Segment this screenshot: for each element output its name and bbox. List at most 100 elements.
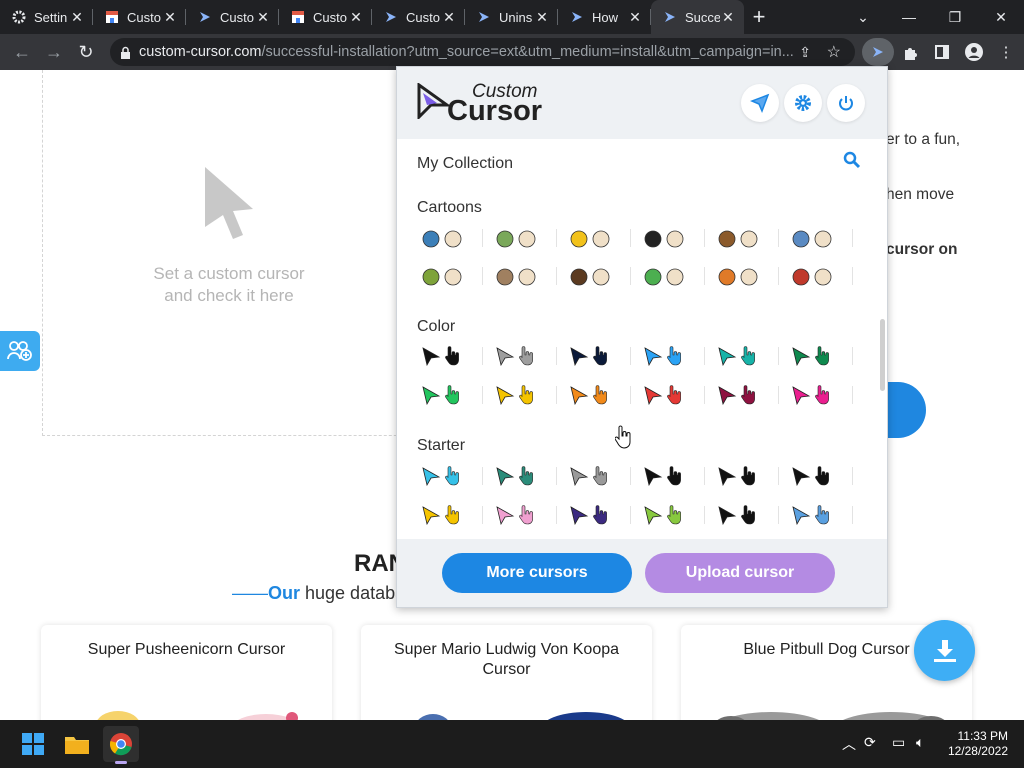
cursor-thumbnail[interactable] xyxy=(639,461,713,491)
download-button[interactable] xyxy=(914,620,975,681)
tab-uninstall[interactable]: Unins ✕ xyxy=(465,0,558,34)
back-icon[interactable]: ← xyxy=(6,42,38,63)
close-icon[interactable]: ✕ xyxy=(720,9,736,26)
community-side-tab[interactable] xyxy=(0,331,40,371)
popup-header: Custom Cursor xyxy=(397,67,887,139)
cursor-thumbnail[interactable] xyxy=(417,500,491,530)
address-bar[interactable]: custom-cursor.com/successful-installatio… xyxy=(110,38,855,66)
new-tab-button[interactable]: + xyxy=(744,4,774,30)
preview-hint-line1: Set a custom cursor xyxy=(153,264,305,283)
tab-settings[interactable]: Settin ✕ xyxy=(0,0,93,34)
cursor-thumbnail[interactable] xyxy=(491,261,565,291)
cursor-thumbnail[interactable] xyxy=(787,341,861,371)
cursor-thumbnail[interactable] xyxy=(565,341,639,371)
close-icon[interactable]: ✕ xyxy=(162,9,178,26)
search-icon[interactable] xyxy=(843,151,861,169)
profile-avatar-icon[interactable] xyxy=(958,38,990,66)
sync-icon[interactable]: ⟳ xyxy=(864,734,876,751)
close-icon[interactable]: ✕ xyxy=(627,9,643,26)
power-icon xyxy=(839,96,853,111)
network-icon[interactable]: ▭ xyxy=(892,734,905,751)
cursor-row-color-1 xyxy=(417,341,853,371)
window-close-icon[interactable]: ✕ xyxy=(978,0,1024,34)
cursor-thumbnail[interactable] xyxy=(713,380,787,410)
cursor-thumbnail[interactable] xyxy=(787,261,861,291)
maximize-icon[interactable]: ❐ xyxy=(932,0,978,34)
close-icon[interactable]: ✕ xyxy=(69,9,85,26)
cursor-thumbnail[interactable] xyxy=(713,500,787,530)
share-icon[interactable]: ⇪ xyxy=(799,44,811,61)
cursor-mode-button[interactable] xyxy=(741,84,779,122)
chrome-taskbar-icon[interactable] xyxy=(103,726,139,764)
tab-custom-cursor-store[interactable]: Custo ✕ xyxy=(93,0,186,34)
cursor-thumbnail[interactable] xyxy=(417,223,491,253)
cursor-thumbnail[interactable] xyxy=(491,223,565,253)
close-icon[interactable]: ✕ xyxy=(534,9,550,26)
toolbar-icons: ⋮ xyxy=(862,34,1022,70)
cursor-thumbnail[interactable] xyxy=(565,461,639,491)
cursor-thumbnail[interactable] xyxy=(713,261,787,291)
tab-custom-cursor-store-2[interactable]: Custo ✕ xyxy=(279,0,372,34)
cursor-thumbnail[interactable] xyxy=(491,341,565,371)
cursor-thumbnail[interactable] xyxy=(787,223,861,253)
cursor-thumbnail[interactable] xyxy=(787,380,861,410)
cursor-thumbnail[interactable] xyxy=(787,461,861,491)
custom-cursor-extension-icon[interactable] xyxy=(862,38,894,66)
cursor-thumbnail[interactable] xyxy=(417,261,491,291)
reload-icon[interactable]: ↻ xyxy=(70,42,102,63)
cursor-thumbnail[interactable] xyxy=(417,341,491,371)
browser-menu-icon[interactable]: ⋮ xyxy=(990,38,1022,66)
cursor-thumbnail[interactable] xyxy=(639,380,713,410)
minimize-icon[interactable]: — xyxy=(886,0,932,34)
volume-icon[interactable]: 🔈︎ xyxy=(916,734,924,751)
hand-pointer-icon xyxy=(519,466,533,486)
cursor-thumbnail[interactable] xyxy=(639,341,713,371)
cursor-thumbnail[interactable] xyxy=(565,223,639,253)
cursor-thumbnail[interactable] xyxy=(417,380,491,410)
tab-search-icon[interactable]: ⌄ xyxy=(840,0,886,34)
settings-button[interactable] xyxy=(784,84,822,122)
cursor-thumbnail[interactable] xyxy=(713,461,787,491)
tab-custom-cursor-2[interactable]: Custo ✕ xyxy=(372,0,465,34)
side-panel-icon[interactable] xyxy=(926,38,958,66)
close-icon[interactable]: ✕ xyxy=(441,9,457,26)
cursor-thumbnail[interactable] xyxy=(639,261,713,291)
hand-pointer-icon xyxy=(741,385,755,405)
cartoon-pointer-icon xyxy=(444,230,462,248)
bookmark-star-icon[interactable]: ☆ xyxy=(827,42,841,62)
cursor-thumbnail[interactable] xyxy=(787,500,861,530)
pitbull-cursor-image xyxy=(717,712,945,720)
cartoon-pointer-icon xyxy=(740,230,758,248)
cursor-card[interactable]: Super Mario Ludwig Von Koopa Cursor xyxy=(361,625,652,720)
cursor-icon xyxy=(477,10,491,24)
subheading-rest: huge databa xyxy=(300,583,406,603)
show-hidden-icons-icon[interactable]: ︿ xyxy=(842,734,856,754)
tab-custom-cursor[interactable]: Custo ✕ xyxy=(186,0,279,34)
cursor-thumbnail[interactable] xyxy=(491,461,565,491)
cursor-preview-area[interactable]: Set a custom cursor and check it here xyxy=(42,70,432,436)
cursor-thumbnail[interactable] xyxy=(639,500,713,530)
extensions-puzzle-icon[interactable] xyxy=(894,38,926,66)
cursor-thumbnail[interactable] xyxy=(565,500,639,530)
power-button[interactable] xyxy=(827,84,865,122)
cursor-thumbnail[interactable] xyxy=(491,500,565,530)
cursor-thumbnail[interactable] xyxy=(565,261,639,291)
system-clock[interactable]: 11:33 PM 12/28/2022 xyxy=(948,729,1008,759)
windows-start-icon[interactable] xyxy=(15,726,51,762)
tab-success[interactable]: Succe ✕ xyxy=(651,0,744,34)
upload-cursor-button[interactable]: Upload cursor xyxy=(645,553,835,593)
cursor-thumbnail[interactable] xyxy=(491,380,565,410)
cursor-thumbnail[interactable] xyxy=(713,223,787,253)
popup-scrollbar[interactable] xyxy=(880,319,885,391)
cursor-thumbnail[interactable] xyxy=(713,341,787,371)
forward-icon[interactable]: → xyxy=(38,42,70,63)
cursor-card[interactable]: Super Pusheenicorn Cursor xyxy=(41,625,332,720)
cursor-thumbnail[interactable] xyxy=(417,461,491,491)
close-icon[interactable]: ✕ xyxy=(348,9,364,26)
cursor-thumbnail[interactable] xyxy=(639,223,713,253)
cursor-thumbnail[interactable] xyxy=(565,380,639,410)
close-icon[interactable]: ✕ xyxy=(255,9,271,26)
file-explorer-icon[interactable] xyxy=(59,726,95,762)
more-cursors-button[interactable]: More cursors xyxy=(442,553,632,593)
tab-how[interactable]: How ✕ xyxy=(558,0,651,34)
